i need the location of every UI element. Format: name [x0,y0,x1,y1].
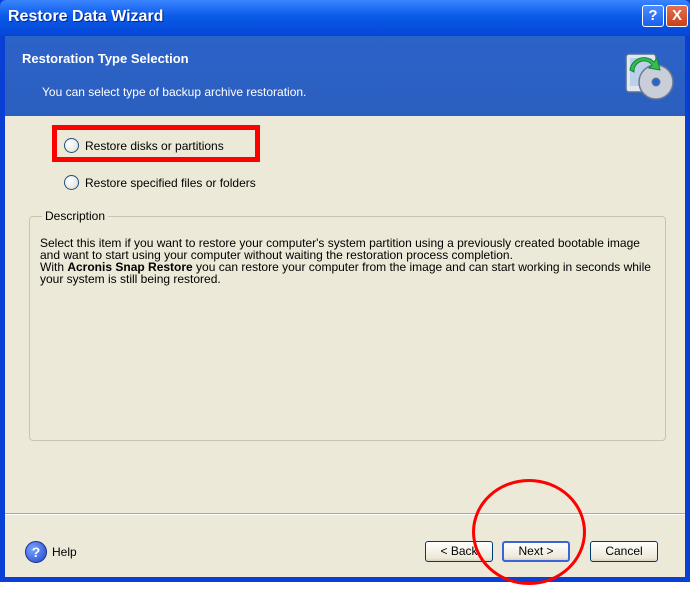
description-legend: Description [42,209,109,223]
help-title-button[interactable]: ? [642,5,664,27]
option-label: Restore specified files or folders [85,175,256,190]
footer-separator [5,513,685,515]
wizard-body: Restoration Type Selection You can selec… [5,36,685,577]
annotation-highlight-box [52,125,260,162]
description-text: Select this item if you want to restore … [40,237,660,285]
radio-button[interactable] [64,175,79,190]
page-title: Restoration Type Selection [22,51,189,66]
window-title: Restore Data Wizard [8,8,164,25]
page-subtitle: You can select type of backup archive re… [42,85,307,99]
close-button[interactable]: X [666,5,688,27]
help-label[interactable]: Help [52,545,77,559]
option-restore-files[interactable]: Restore specified files or folders [64,175,256,190]
cancel-button[interactable]: Cancel [590,541,658,562]
wizard-header: Restoration Type Selection You can selec… [5,36,685,116]
help-icon[interactable]: ? [25,541,47,563]
help-link[interactable]: ? Help [25,541,77,563]
title-bar[interactable]: Restore Data Wizard ? X [0,0,690,36]
description-line1: Select this item if you want to restore … [40,236,640,262]
wizard-window: Restore Data Wizard ? X Restoration Type… [0,0,690,582]
next-button[interactable]: Next > [502,541,570,562]
restore-wizard-icon [625,53,674,100]
back-button[interactable]: < Back [425,541,493,562]
description-group: Description Select this item if you want… [29,209,666,441]
